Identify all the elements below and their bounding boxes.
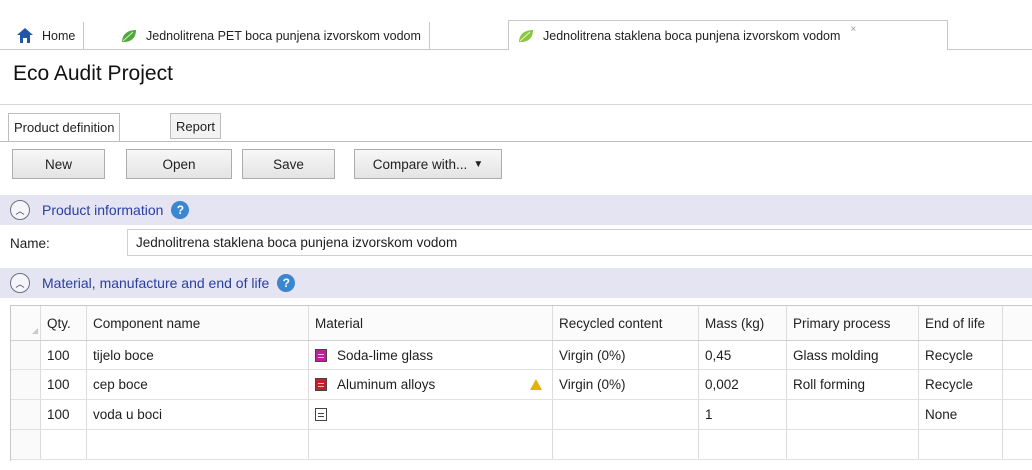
column-header-qty[interactable]: Qty.: [41, 306, 87, 340]
product-name-field[interactable]: Jednolitrena staklena boca punjena izvor…: [127, 229, 1032, 256]
leaf-icon: [517, 28, 535, 44]
column-header-mass[interactable]: Mass (kg): [699, 306, 787, 340]
tab-report[interactable]: Report: [170, 113, 222, 139]
tab-product-definition[interactable]: Product definition: [8, 113, 121, 142]
mass-cell[interactable]: 0,002: [699, 370, 787, 399]
column-header-end-of-life[interactable]: End of life: [919, 306, 1003, 340]
tab-home-label: Home: [42, 29, 76, 43]
material-name: Soda-lime glass: [337, 347, 434, 363]
column-header-recycled[interactable]: Recycled content: [553, 306, 699, 340]
page-title: Eco Audit Project: [13, 62, 173, 85]
table-row[interactable]: 100 voda u boci 1 None: [11, 400, 1032, 430]
open-button[interactable]: Open: [126, 149, 232, 179]
new-row[interactable]: [11, 430, 1032, 460]
row-selector[interactable]: [11, 370, 41, 399]
help-icon[interactable]: ?: [171, 201, 190, 219]
compare-with-label: Compare with...: [372, 156, 468, 172]
compare-with-button[interactable]: Compare with... ▼: [354, 149, 502, 179]
qty-cell[interactable]: 100: [41, 400, 87, 429]
qty-cell[interactable]: 100: [41, 341, 87, 369]
end-of-life-cell[interactable]: [919, 430, 1003, 459]
table-row[interactable]: 100 cep boce Aluminum alloys Virgin (0%)…: [11, 370, 1032, 400]
component-cell[interactable]: [87, 430, 309, 459]
table-row[interactable]: 100 tijelo boce Soda-lime glass Virgin (…: [11, 341, 1032, 370]
row-selector[interactable]: [11, 400, 41, 429]
warning-icon[interactable]: [530, 378, 542, 390]
row-selector[interactable]: [11, 430, 41, 459]
material-section-header: ︿ Material, manufacture and end of life …: [0, 268, 1032, 298]
document-tab-strip: Home Jednolitrena PET boca punjena izvor…: [0, 0, 1032, 50]
end-of-life-cell[interactable]: Recycle: [919, 370, 1003, 399]
material-swatch-icon: [315, 378, 327, 391]
recycled-cell[interactable]: [553, 430, 699, 459]
material-cell[interactable]: Soda-lime glass: [309, 341, 553, 369]
mass-cell[interactable]: 0,45: [699, 341, 787, 369]
material-name: Aluminum alloys: [337, 377, 436, 392]
column-header-component[interactable]: Component name: [87, 306, 309, 340]
row-selector-header[interactable]: [11, 306, 41, 340]
collapse-icon[interactable]: ︿: [10, 200, 30, 220]
materials-table: Qty. Component name Material Recycled co…: [10, 305, 1032, 461]
leaf-icon: [120, 28, 138, 44]
material-cell[interactable]: [309, 400, 553, 429]
home-icon: [16, 28, 34, 44]
help-icon[interactable]: ?: [277, 274, 296, 292]
tab-pet-bottle-label: Jednolitrena PET boca punjena izvorskom …: [146, 29, 421, 43]
column-header-process[interactable]: Primary process: [787, 306, 919, 340]
qty-cell[interactable]: [41, 430, 87, 459]
close-icon[interactable]: ×: [850, 24, 856, 35]
process-cell[interactable]: [787, 430, 919, 459]
recycled-cell[interactable]: Virgin (0%): [553, 370, 699, 399]
save-button[interactable]: Save: [242, 149, 335, 179]
process-cell[interactable]: Glass molding: [787, 341, 919, 369]
component-cell[interactable]: voda u boci: [87, 400, 309, 429]
mass-cell[interactable]: 1: [699, 400, 787, 429]
column-header-material[interactable]: Material: [309, 306, 553, 340]
product-information-title: Product information: [42, 202, 164, 218]
material-section-title: Material, manufacture and end of life: [42, 275, 270, 291]
qty-cell[interactable]: 100: [41, 370, 87, 399]
component-cell[interactable]: cep boce: [87, 370, 309, 399]
row-selector[interactable]: [11, 341, 41, 369]
process-cell[interactable]: [787, 400, 919, 429]
material-placeholder-icon: [315, 408, 327, 421]
end-of-life-cell[interactable]: Recycle: [919, 341, 1003, 369]
collapse-icon[interactable]: ︿: [10, 273, 30, 293]
recycled-cell[interactable]: [553, 400, 699, 429]
name-label: Name:: [10, 236, 50, 251]
new-button[interactable]: New: [12, 149, 105, 179]
material-cell[interactable]: [309, 430, 553, 459]
mass-cell[interactable]: [699, 430, 787, 459]
component-cell[interactable]: tijelo boce: [87, 341, 309, 369]
tab-pet-bottle[interactable]: Jednolitrena PET boca punjena izvorskom …: [112, 22, 430, 50]
toolbar: New Open Save Compare with... ▼: [0, 141, 1032, 186]
material-cell[interactable]: Aluminum alloys: [309, 370, 553, 399]
product-information-header: ︿ Product information ?: [0, 195, 1032, 225]
table-header: Qty. Component name Material Recycled co…: [11, 306, 1032, 341]
tab-glass-bottle-label: Jednolitrena staklena boca punjena izvor…: [543, 28, 841, 43]
process-cell[interactable]: Roll forming: [787, 370, 919, 399]
view-tabs: Product definition Report: [0, 104, 1032, 142]
end-of-life-cell[interactable]: None: [919, 400, 1003, 429]
tab-home[interactable]: Home: [8, 22, 85, 50]
material-swatch-icon: [315, 348, 327, 362]
chevron-down-icon: ▼: [473, 158, 484, 170]
recycled-cell[interactable]: Virgin (0%): [553, 341, 699, 369]
tab-glass-bottle[interactable]: Jednolitrena staklena boca punjena izvor…: [508, 20, 948, 50]
